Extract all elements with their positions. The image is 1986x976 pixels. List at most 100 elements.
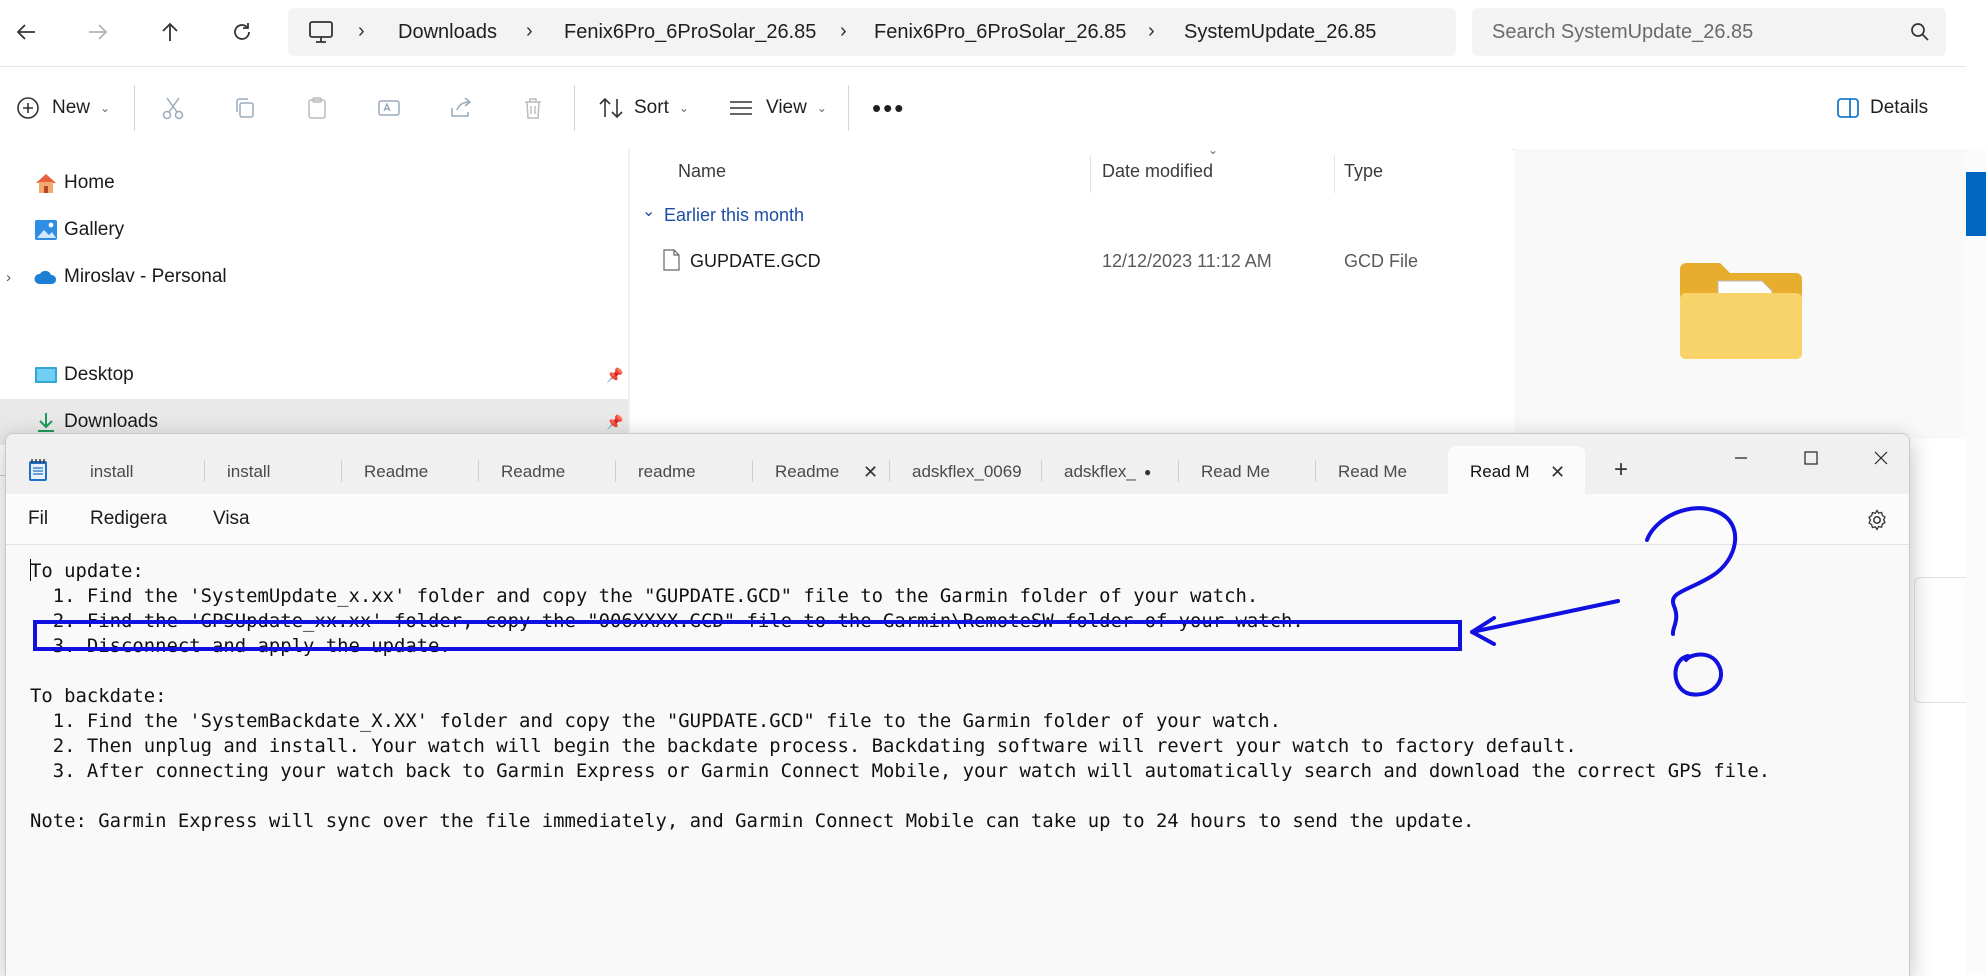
text-line: To backdate: <box>30 685 167 707</box>
tab-label: install <box>90 462 134 481</box>
column-header-date[interactable]: Date modified <box>1102 161 1213 182</box>
chevron-down-icon[interactable]: ⌄ <box>642 201 655 221</box>
desktop-icon <box>35 367 57 383</box>
tab-active[interactable]: Read M ✕ <box>1448 446 1585 494</box>
tab[interactable]: Read Me <box>1316 446 1453 494</box>
delete-button[interactable] <box>516 91 550 125</box>
plus-circle-icon <box>17 97 39 119</box>
breadcrumb[interactable]: › Downloads › Fenix6Pro_6ProSolar_26.85 … <box>288 8 1456 56</box>
file-row[interactable]: GUPDATE.GCD 12/12/2023 11:12 AM GCD File <box>630 241 1512 281</box>
nav-label: Downloads <box>64 411 158 432</box>
settings-gear-icon[interactable] <box>1866 509 1888 531</box>
cut-button[interactable] <box>156 91 190 125</box>
search-icon <box>1911 23 1929 41</box>
close-tab-icon[interactable]: ✕ <box>863 462 878 483</box>
breadcrumb-item[interactable]: Fenix6Pro_6ProSolar_26.85 <box>874 8 1126 56</box>
breadcrumb-item[interactable]: Fenix6Pro_6ProSolar_26.85 <box>564 8 816 56</box>
new-button[interactable]: New ⌄ <box>16 67 110 149</box>
column-header-type[interactable]: Type <box>1344 161 1383 182</box>
details-panel-card <box>1914 577 1967 703</box>
pin-icon[interactable]: 📌 <box>606 367 623 384</box>
text-editor[interactable]: To update: 1. Find the 'SystemUpdate_x.x… <box>6 545 1909 976</box>
more-options-button[interactable]: ••• <box>872 67 905 149</box>
rename-icon <box>378 100 400 116</box>
search-input[interactable]: Search SystemUpdate_26.85 <box>1472 8 1946 56</box>
chevron-right-icon: › <box>1148 20 1155 42</box>
tab-label: Readme <box>364 462 429 481</box>
folder-icon <box>1680 263 1802 359</box>
file-date: 12/12/2023 11:12 AM <box>1102 251 1272 271</box>
chevron-right-icon: › <box>840 20 847 42</box>
details-button[interactable]: Details <box>1836 67 1928 149</box>
sort-button[interactable]: Sort ⌄ <box>598 67 689 149</box>
refresh-icon <box>234 23 250 40</box>
tab[interactable]: Readme ✕ <box>753 446 890 494</box>
copy-button[interactable] <box>228 91 262 125</box>
back-button[interactable] <box>6 12 46 52</box>
notepad-icon <box>29 459 47 481</box>
menu-bar: Fil Redigera Visa <box>6 494 1909 545</box>
scissors-icon <box>162 97 184 120</box>
column-divider[interactable] <box>1090 155 1091 193</box>
refresh-button[interactable] <box>222 12 262 52</box>
nav-label: Gallery <box>64 219 125 240</box>
tab[interactable]: adskflex_0069 <box>890 446 1042 494</box>
trash-icon <box>525 98 541 119</box>
chevron-right-icon: › <box>6 268 11 286</box>
nav-item-desktop[interactable]: Desktop 📌 <box>0 352 628 398</box>
tab-label: install <box>227 462 271 481</box>
close-tab-icon[interactable]: ✕ <box>1550 462 1565 483</box>
nav-label: Miroslav - Personal <box>64 266 227 287</box>
annotation-highlight-box <box>33 620 1462 651</box>
tab[interactable]: Readme <box>342 446 479 494</box>
details-pane-icon <box>1837 98 1859 118</box>
tab[interactable]: readme <box>616 446 753 494</box>
tab[interactable]: Read Me <box>1179 446 1316 494</box>
breadcrumb-item[interactable]: Downloads <box>398 8 497 56</box>
menu-edit[interactable]: Redigera <box>90 508 167 530</box>
tab[interactable]: install <box>68 446 205 494</box>
tab[interactable]: Readme <box>479 446 616 494</box>
tab[interactable]: install <box>205 446 342 494</box>
menu-view[interactable]: Visa <box>213 508 250 530</box>
up-button[interactable] <box>150 12 190 52</box>
minimize-button[interactable] <box>1706 440 1776 476</box>
new-tab-button[interactable]: + <box>1600 446 1648 494</box>
tab-label: adskflex_ <box>1064 462 1136 481</box>
unsaved-dot-icon[interactable]: ● <box>1144 465 1151 479</box>
menu-file[interactable]: Fil <box>28 508 48 530</box>
command-bar: New ⌄ Sort ⌄ View ⌄ ••• Details <box>0 66 1966 150</box>
paste-button[interactable] <box>300 91 334 125</box>
view-button[interactable]: View ⌄ <box>728 67 827 149</box>
more-icon: ••• <box>872 92 906 123</box>
maximize-button[interactable] <box>1776 440 1846 476</box>
close-button[interactable] <box>1846 440 1909 476</box>
sort-indicator-icon: ⌄ <box>1208 143 1219 157</box>
share-button[interactable] <box>444 91 478 125</box>
plus-icon: + <box>1614 456 1629 483</box>
home-icon <box>36 174 56 193</box>
notepad-window: install install Readme Readme readme Rea… <box>5 433 1910 976</box>
text-line: Note: Garmin Express will sync over the … <box>30 810 1475 832</box>
pin-icon[interactable]: 📌 <box>606 414 623 431</box>
rename-button[interactable] <box>372 91 406 125</box>
notepad-titlebar[interactable]: install install Readme Readme readme Rea… <box>6 434 1909 494</box>
view-list-icon <box>730 101 752 115</box>
maximize-icon <box>1804 451 1818 465</box>
tab-label: readme <box>638 462 696 481</box>
file-list: Name Date modified ⌄ Type ⌄ Earlier this… <box>630 143 1512 439</box>
file-name: GUPDATE.GCD <box>690 251 821 271</box>
nav-item-home[interactable]: Home <box>0 160 628 206</box>
scroll-thumb[interactable] <box>1966 172 1986 236</box>
column-divider[interactable] <box>1334 155 1335 193</box>
breadcrumb-item[interactable]: SystemUpdate_26.85 <box>1184 8 1376 56</box>
nav-item-gallery[interactable]: Gallery <box>0 207 628 253</box>
column-header-name[interactable]: Name <box>678 161 726 182</box>
forward-button[interactable] <box>78 12 118 52</box>
onedrive-cloud-icon <box>34 270 57 284</box>
gallery-icon <box>35 220 57 240</box>
group-header[interactable]: Earlier this month <box>664 205 804 226</box>
file-icon <box>663 249 680 271</box>
nav-item-onedrive[interactable]: › Miroslav - Personal <box>0 254 628 300</box>
tab[interactable]: adskflex_ ● <box>1042 446 1179 494</box>
